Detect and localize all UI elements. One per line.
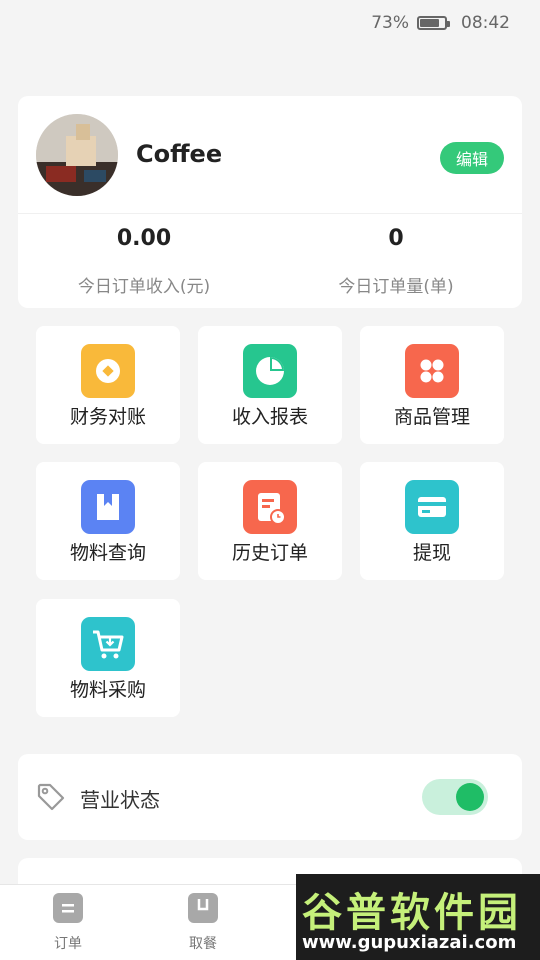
menu-material-query-label: 物料查询 bbox=[69, 542, 146, 564]
stat-orders: 0 今日订单量(单) bbox=[270, 214, 522, 308]
menu-income-report[interactable]: 收入报表 bbox=[198, 326, 342, 444]
toggle-knob bbox=[456, 783, 484, 811]
menu-withdraw[interactable]: 提现 bbox=[360, 462, 504, 580]
history-doc-icon bbox=[243, 480, 297, 534]
menu-finance[interactable]: 财务对账 bbox=[36, 326, 180, 444]
business-status-toggle[interactable] bbox=[422, 779, 488, 815]
stat-income-label: 今日订单收入(元) bbox=[77, 277, 211, 297]
menu-withdraw-label: 提现 bbox=[412, 542, 451, 564]
status-bar: 73% 08:42 bbox=[0, 0, 540, 46]
profile-card: Coffee 编辑 0.00 今日订单收入(元) 0 今日订单量(单) bbox=[18, 96, 522, 308]
stat-orders-value: 0 bbox=[388, 226, 404, 251]
pickup-icon bbox=[188, 893, 218, 923]
bookmark-icon bbox=[81, 480, 135, 534]
watermark-url: www.gupuxiazai.com bbox=[302, 932, 517, 953]
cart-icon bbox=[81, 617, 135, 671]
stat-income-value: 0.00 bbox=[116, 226, 172, 251]
stat-orders-label: 今日订单量(单) bbox=[338, 277, 454, 297]
watermark-logo: 谷普软件园 www.gupuxiazai.com bbox=[296, 874, 540, 960]
avatar[interactable] bbox=[36, 114, 118, 196]
business-status-label: 营业状态 bbox=[80, 788, 160, 812]
orders-icon bbox=[53, 893, 83, 923]
battery-percent: 73% bbox=[371, 13, 409, 33]
pie-chart-icon bbox=[243, 344, 297, 398]
menu-material-purchase[interactable]: 物料采购 bbox=[36, 599, 180, 717]
menu-product-management-label: 商品管理 bbox=[393, 406, 470, 428]
menu-material-purchase-label: 物料采购 bbox=[69, 679, 146, 701]
business-status-card: 营业状态 bbox=[18, 754, 522, 840]
tab-pickup[interactable]: 取餐 bbox=[153, 893, 253, 953]
battery-icon bbox=[417, 16, 450, 30]
menu-order-history-label: 历史订单 bbox=[231, 542, 308, 564]
watermark-title: 谷普软件园 bbox=[302, 890, 522, 936]
coin-icon bbox=[81, 344, 135, 398]
tab-pickup-label: 取餐 bbox=[189, 936, 217, 952]
stat-income: 0.00 今日订单收入(元) bbox=[18, 214, 270, 308]
profile-name: Coffee bbox=[136, 140, 223, 168]
menu-income-report-label: 收入报表 bbox=[231, 406, 308, 428]
edit-button[interactable]: 编辑 bbox=[440, 142, 504, 174]
menu-order-history[interactable]: 历史订单 bbox=[198, 462, 342, 580]
menu-material-query[interactable]: 物料查询 bbox=[36, 462, 180, 580]
menu-finance-label: 财务对账 bbox=[69, 406, 146, 428]
menu-product-management[interactable]: 商品管理 bbox=[360, 326, 504, 444]
tab-orders-label: 订单 bbox=[54, 936, 82, 952]
profile-header: Coffee 编辑 bbox=[18, 96, 522, 214]
card-icon bbox=[405, 480, 459, 534]
tag-icon bbox=[37, 783, 65, 811]
grid-icon bbox=[405, 344, 459, 398]
tab-orders[interactable]: 订单 bbox=[18, 893, 118, 953]
clock: 08:42 bbox=[461, 13, 510, 33]
